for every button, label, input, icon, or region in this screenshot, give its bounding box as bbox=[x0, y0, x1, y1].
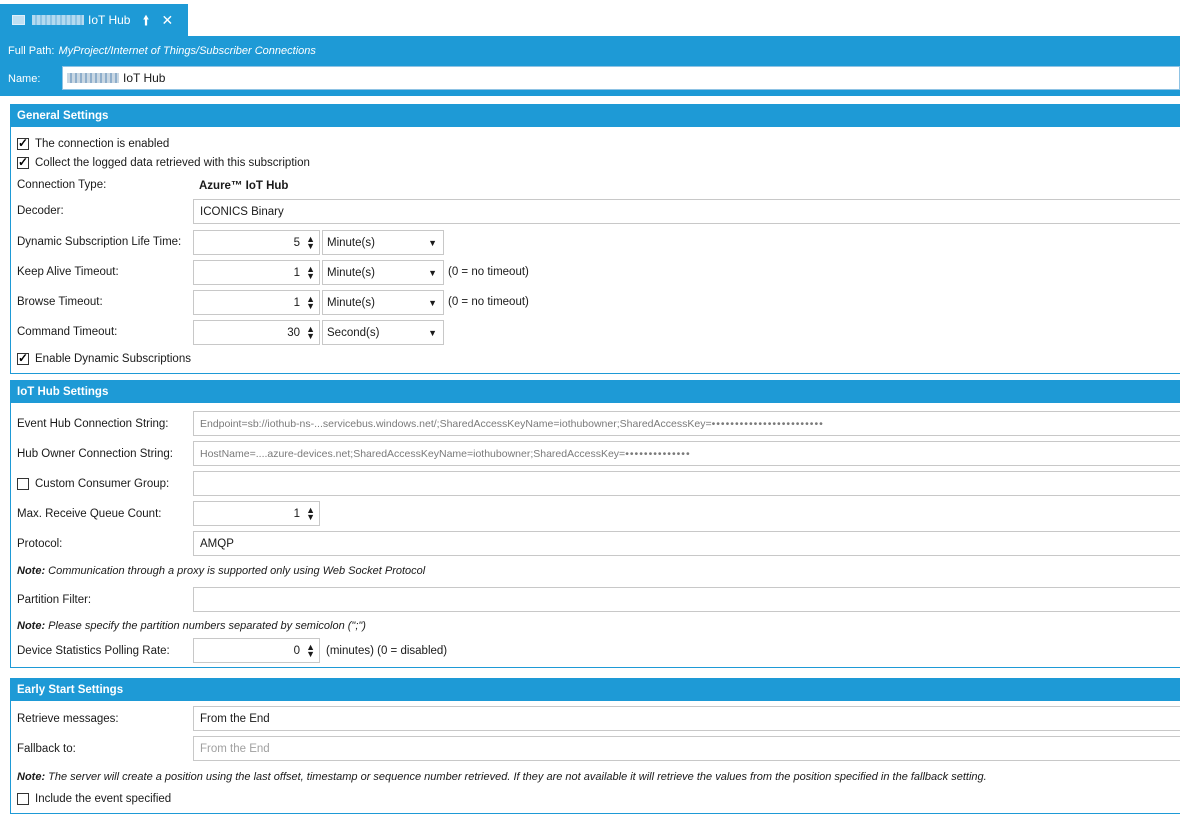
connection-type-label: Connection Type: bbox=[17, 179, 107, 191]
tab-strip: IoT Hub 🠙 ✕ bbox=[0, 0, 1180, 36]
spinner-icon[interactable]: ▲ ▼ bbox=[306, 294, 315, 310]
section-title: Early Start Settings bbox=[11, 679, 1180, 701]
name-value: IoT Hub bbox=[123, 71, 166, 85]
section-title: IoT Hub Settings bbox=[11, 381, 1180, 403]
command-unit-select[interactable]: Second(s) ▼ bbox=[322, 320, 444, 345]
custom-group-input[interactable] bbox=[193, 471, 1180, 496]
enabled-label: The connection is enabled bbox=[35, 138, 170, 150]
command-stepper[interactable]: 30 ▲ ▼ bbox=[193, 320, 320, 345]
event-conn-label: Event Hub Connection String: bbox=[17, 418, 169, 430]
max-queue-label: Max. Receive Queue Count: bbox=[17, 508, 162, 520]
event-conn-input[interactable]: Endpoint=sb://iothub-ns-...servicebus.wi… bbox=[193, 411, 1180, 436]
keep-alive-hint: (0 = no timeout) bbox=[448, 266, 529, 278]
browse-unit-select[interactable]: Minute(s) ▼ bbox=[322, 290, 444, 315]
hub-owner-input[interactable]: HostName=....azure-devices.net;SharedAcc… bbox=[193, 441, 1180, 466]
chevron-down-icon: ▼ bbox=[428, 237, 437, 248]
dyn-life-unit-select[interactable]: Minute(s) ▼ bbox=[322, 230, 444, 255]
browse-label: Browse Timeout: bbox=[17, 296, 103, 308]
close-icon[interactable]: ✕ bbox=[161, 13, 173, 27]
keep-alive-label: Keep Alive Timeout: bbox=[17, 266, 119, 278]
browse-hint: (0 = no timeout) bbox=[448, 296, 529, 308]
custom-group-label: Custom Consumer Group: bbox=[35, 478, 170, 490]
custom-group-checkbox[interactable] bbox=[17, 478, 29, 490]
collect-checkbox[interactable] bbox=[17, 155, 29, 169]
chevron-down-icon: ▼ bbox=[428, 327, 437, 338]
stats-hint: (minutes) (0 = disabled) bbox=[326, 645, 448, 657]
protocol-select[interactable]: AMQP bbox=[193, 531, 1180, 556]
collect-checkbox-row[interactable]: Collect the logged data retrieved with t… bbox=[17, 152, 310, 174]
chevron-down-icon: ▼ bbox=[428, 267, 437, 278]
keep-alive-unit-select[interactable]: Minute(s) ▼ bbox=[322, 260, 444, 285]
decoder-label: Decoder: bbox=[17, 205, 64, 217]
stats-label: Device Statistics Polling Rate: bbox=[17, 645, 170, 657]
full-path-value: MyProject/Internet of Things/Subscriber … bbox=[58, 45, 316, 57]
collect-label: Collect the logged data retrieved with t… bbox=[35, 157, 310, 169]
browse-stepper[interactable]: 1 ▲ ▼ bbox=[193, 290, 320, 315]
include-event-label: Include the event specified bbox=[35, 793, 172, 805]
partition-label: Partition Filter: bbox=[17, 594, 92, 606]
chevron-down-icon: ▼ bbox=[428, 297, 437, 308]
fallback-select[interactable]: From the End bbox=[193, 736, 1180, 761]
connection-type-value: Azure™ IoT Hub bbox=[193, 173, 393, 198]
event-conn-text: Endpoint=sb://iothub-ns-...servicebus.wi… bbox=[200, 417, 712, 430]
retrieve-select[interactable]: From the End bbox=[193, 706, 1180, 731]
include-event-checkbox[interactable] bbox=[17, 793, 29, 805]
redacted-text bbox=[32, 15, 84, 25]
dyn-life-label: Dynamic Subscription Life Time: bbox=[17, 236, 182, 248]
stats-stepper[interactable]: 0 ▲ ▼ bbox=[193, 638, 320, 663]
max-queue-stepper[interactable]: 1 ▲ ▼ bbox=[193, 501, 320, 526]
full-path: Full Path: MyProject/Internet of Things/S… bbox=[8, 45, 316, 57]
document-icon bbox=[12, 15, 25, 25]
hub-owner-text: HostName=....azure-devices.net;SharedAcc… bbox=[200, 447, 626, 460]
command-label: Command Timeout: bbox=[17, 326, 118, 338]
partition-note: Note: Please specify the partition numbe… bbox=[17, 620, 366, 632]
custom-group-checkbox-row[interactable]: Custom Consumer Group: bbox=[17, 473, 169, 495]
name-input[interactable]: IoT Hub bbox=[62, 66, 1180, 90]
enable-dyn-checkbox-row[interactable]: Enable Dynamic Subscriptions bbox=[17, 348, 191, 370]
masked-key: •••••••••••••• bbox=[625, 447, 691, 460]
enabled-checkbox[interactable] bbox=[17, 136, 29, 150]
section-title: General Settings bbox=[11, 105, 1180, 127]
spinner-icon[interactable]: ▲ ▼ bbox=[306, 264, 315, 280]
pin-icon[interactable]: 🠙 bbox=[142, 13, 149, 27]
name-label: Name: bbox=[8, 73, 41, 85]
early-start-note: Note: The server will create a position … bbox=[17, 771, 987, 783]
hub-owner-label: Hub Owner Connection String: bbox=[17, 448, 173, 460]
early-start-section: Early Start Settings Retrieve messages: … bbox=[10, 678, 1180, 814]
fallback-label: Fallback to: bbox=[17, 743, 76, 755]
keep-alive-stepper[interactable]: 1 ▲ ▼ bbox=[193, 260, 320, 285]
spinner-icon[interactable]: ▲ ▼ bbox=[306, 642, 315, 658]
protocol-label: Protocol: bbox=[17, 538, 63, 550]
spinner-icon[interactable]: ▲ ▼ bbox=[306, 324, 315, 340]
include-event-checkbox-row[interactable]: Include the event specified bbox=[17, 788, 171, 810]
tab-title: IoT Hub bbox=[88, 13, 131, 27]
general-settings-section: General Settings The connection is enabl… bbox=[10, 104, 1180, 374]
spinner-icon[interactable]: ▲ ▼ bbox=[306, 234, 315, 250]
proxy-note: Note: Communication through a proxy is s… bbox=[17, 565, 426, 577]
masked-key: •••••••••••••••••••••••• bbox=[711, 417, 824, 430]
iothub-settings-section: IoT Hub Settings Event Hub Connection St… bbox=[10, 380, 1180, 668]
decoder-select[interactable]: ICONICS Binary bbox=[193, 199, 1180, 224]
partition-input[interactable] bbox=[193, 587, 1180, 612]
redacted-text bbox=[67, 73, 119, 83]
retrieve-label: Retrieve messages: bbox=[17, 713, 119, 725]
enable-dyn-label: Enable Dynamic Subscriptions bbox=[35, 353, 191, 365]
enable-dyn-checkbox[interactable] bbox=[17, 351, 29, 365]
dyn-life-stepper[interactable]: 5 ▲ ▼ bbox=[193, 230, 320, 255]
document-tab[interactable]: IoT Hub 🠙 ✕ bbox=[0, 4, 188, 36]
spinner-icon[interactable]: ▲ ▼ bbox=[306, 505, 315, 521]
full-path-label: Full Path: bbox=[8, 45, 55, 57]
